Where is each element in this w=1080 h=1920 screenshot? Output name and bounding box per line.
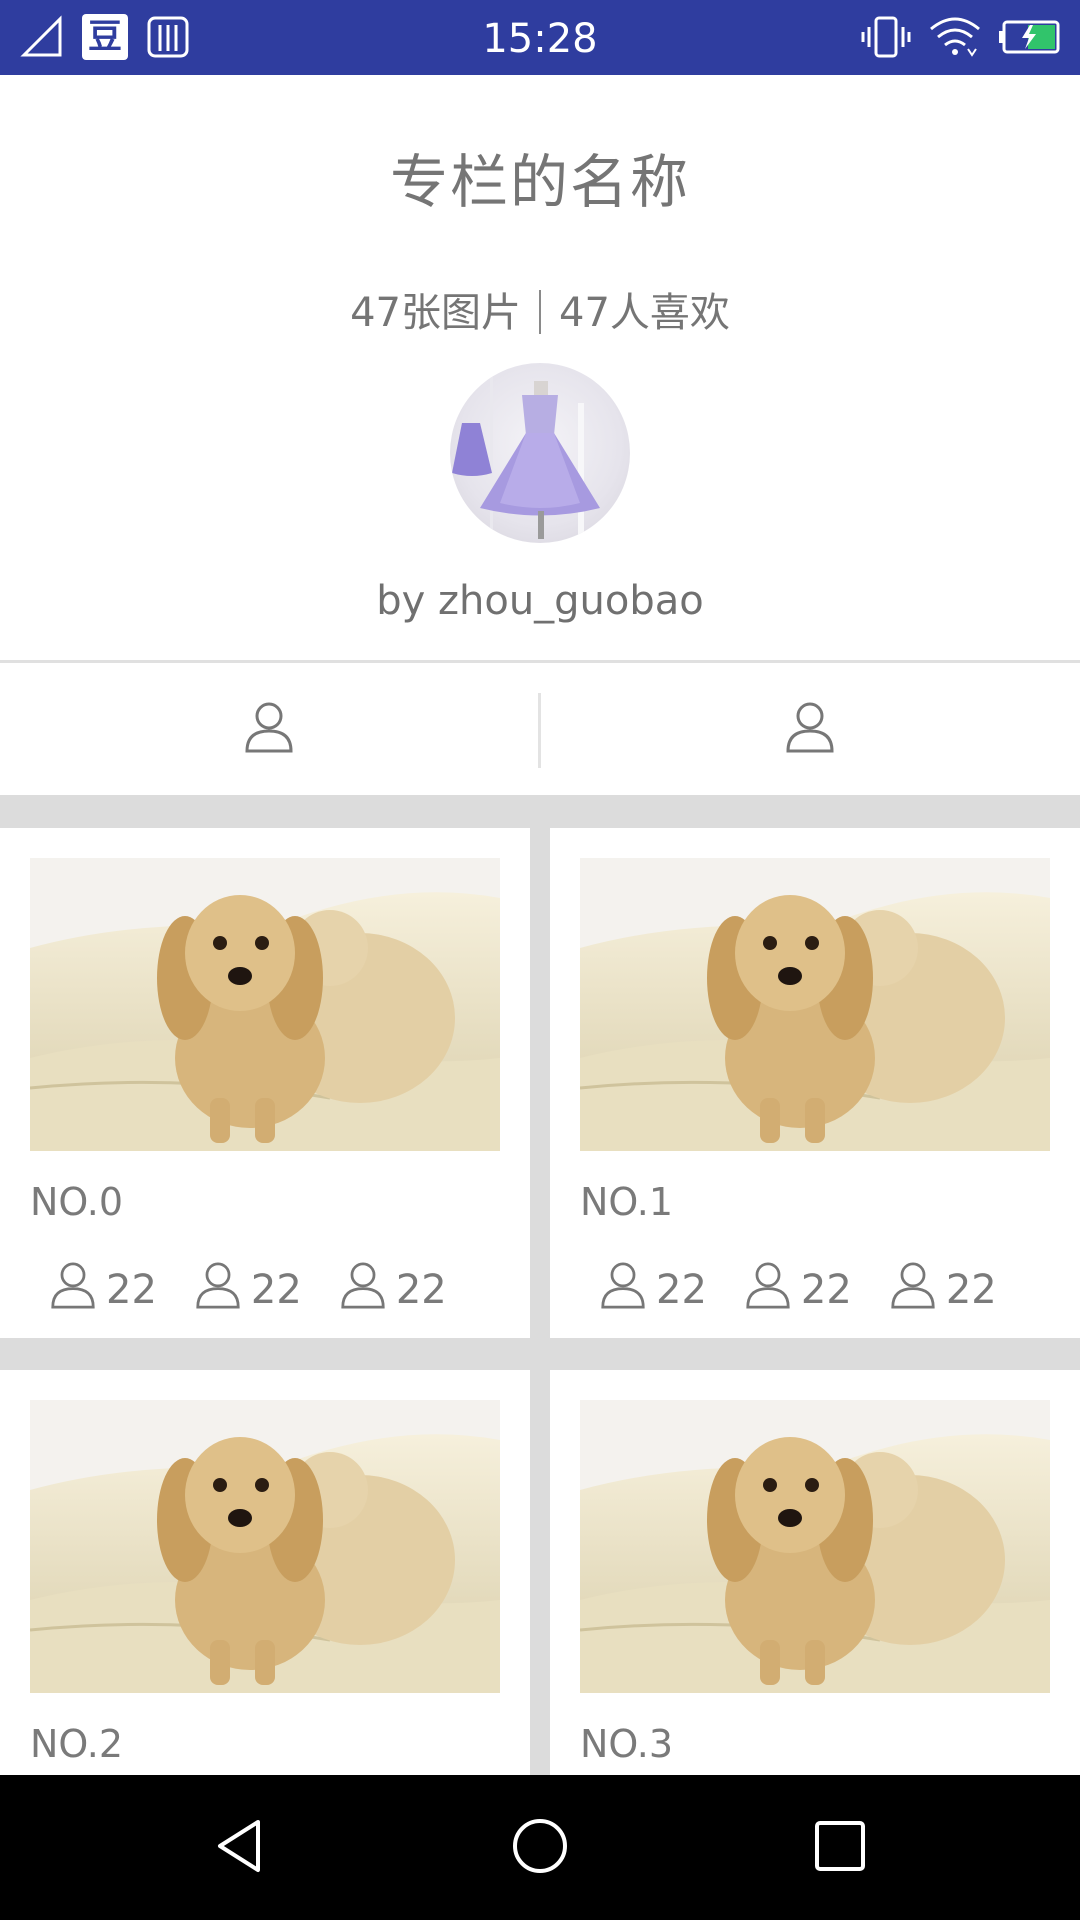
back-button[interactable] — [160, 1775, 320, 1920]
puppy-photo[interactable] — [580, 858, 1050, 1151]
person-icon — [195, 1260, 241, 1320]
puppy-photo[interactable] — [30, 1400, 500, 1693]
dress-image — [452, 363, 600, 543]
card-label: NO.3 — [580, 1722, 674, 1766]
status-right-icons — [860, 12, 1062, 62]
photo-card[interactable]: NO.3 — [550, 1370, 1080, 1775]
status-bar: 豆 15:28 — [0, 0, 1080, 75]
recents-icon — [810, 1816, 870, 1880]
person-icon — [600, 1260, 646, 1320]
card-label: NO.2 — [30, 1722, 124, 1766]
card-stats: 22 22 22 — [600, 1260, 997, 1320]
person-icon — [50, 1260, 96, 1320]
stat-item: 22 — [195, 1260, 302, 1320]
battery-charging-icon — [998, 19, 1062, 55]
card-label: NO.1 — [580, 1180, 674, 1224]
recents-button[interactable] — [760, 1775, 920, 1920]
home-icon — [510, 1816, 570, 1880]
stat-value: 22 — [656, 1267, 707, 1313]
photo-card[interactable]: NO.0 22 22 22 — [0, 828, 530, 1338]
action-left-button[interactable] — [0, 663, 538, 795]
stats-divider — [539, 290, 541, 334]
stat-value: 22 — [945, 1267, 997, 1313]
home-button[interactable] — [460, 1775, 620, 1920]
person-icon — [244, 700, 294, 758]
photo-card[interactable]: NO.1 22 22 22 — [550, 828, 1080, 1338]
vibrate-icon — [860, 15, 912, 59]
wifi-icon — [928, 15, 982, 59]
card-label: NO.0 — [30, 1180, 124, 1224]
likes-count: 47人喜欢 — [559, 290, 730, 336]
stat-value: 22 — [395, 1267, 447, 1313]
action-row — [0, 663, 1080, 795]
images-count: 47张图片 — [350, 290, 521, 336]
photo-card[interactable]: NO.2 — [0, 1370, 530, 1775]
stat-item: 22 — [745, 1260, 852, 1320]
stat-item: 22 — [50, 1260, 157, 1320]
person-icon — [785, 700, 835, 758]
page-title: 专栏的名称 — [389, 148, 690, 216]
stat-item: 22 — [340, 1260, 447, 1320]
stat-value: 22 — [250, 1267, 302, 1313]
back-icon — [210, 1816, 270, 1880]
stat-item: 22 — [600, 1260, 707, 1320]
photo-grid: NO.0 22 22 22 NO.1 22 22 22 NO.2 NO.3 — [0, 795, 1080, 1775]
person-icon — [890, 1260, 936, 1320]
action-right-button[interactable] — [541, 663, 1079, 795]
person-icon — [745, 1260, 791, 1320]
card-stats: 22 22 22 — [50, 1260, 447, 1320]
puppy-photo[interactable] — [580, 1400, 1050, 1693]
column-stats: 47张图片 47人喜欢 — [0, 280, 1080, 338]
stat-item: 22 — [890, 1260, 997, 1320]
navigation-bar — [0, 1775, 1080, 1920]
stat-value: 22 — [106, 1267, 157, 1313]
stat-value: 22 — [800, 1267, 852, 1313]
puppy-photo[interactable] — [30, 858, 500, 1151]
person-icon — [340, 1260, 386, 1320]
author-name[interactable]: by zhou_guobao — [0, 578, 1080, 624]
avatar[interactable] — [450, 363, 630, 543]
